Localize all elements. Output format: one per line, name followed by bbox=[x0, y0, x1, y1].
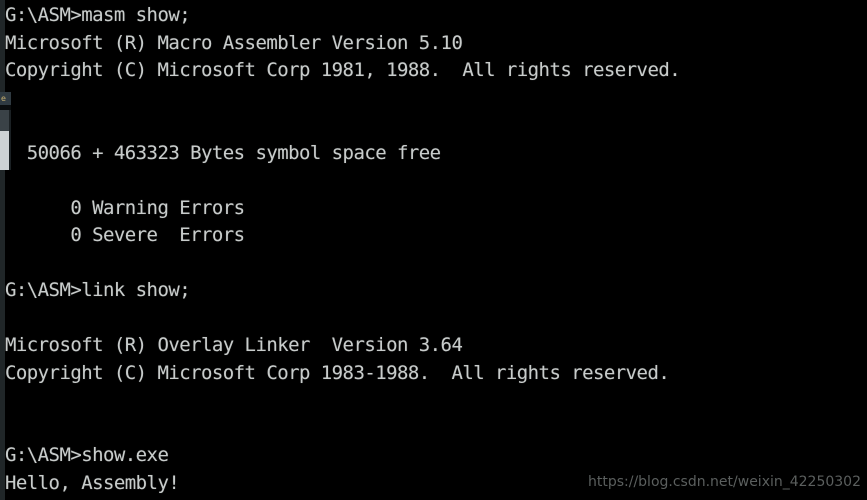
console-line-run-command: G:\ASM>show.exe bbox=[5, 444, 169, 466]
terminal-window[interactable]: e G:\ASM>masm show; Microsoft (R) Macro A… bbox=[0, 0, 867, 500]
console-line-blank-5 bbox=[0, 305, 867, 333]
console-line-severe-errors: 0 Severe Errors bbox=[5, 224, 245, 246]
watermark-url: https://blog.csdn.net/weixin_42250302 bbox=[587, 474, 861, 490]
console-line-symbol-space: 50066 + 463323 Bytes symbol space free bbox=[5, 141, 441, 164]
console-line-assembler-banner: Microsoft (R) Macro Assembler Version 5.… bbox=[5, 31, 463, 54]
console-line-blank-3 bbox=[0, 167, 867, 195]
console-line-blank-2 bbox=[0, 112, 867, 140]
console-line-masm-command: G:\ASM>masm show; bbox=[5, 4, 191, 26]
console-output[interactable]: G:\ASM>masm show; Microsoft (R) Macro Ass… bbox=[0, 0, 867, 500]
console-line-linker-banner: Microsoft (R) Overlay Linker Version 3.6… bbox=[5, 334, 463, 356]
console-line-assembler-copyright: Copyright (C) Microsoft Corp 1981, 1988.… bbox=[5, 59, 681, 81]
console-line-blank-7 bbox=[0, 415, 867, 443]
console-line-blank-6 bbox=[0, 387, 867, 415]
console-line-warning-errors: 0 Warning Errors bbox=[5, 196, 245, 219]
console-line-linker-copyright: Copyright (C) Microsoft Corp 1983-1988. … bbox=[5, 361, 670, 384]
console-line-blank-1 bbox=[0, 85, 867, 113]
console-line-link-command: G:\ASM>link show; bbox=[5, 279, 191, 301]
console-line-blank-4 bbox=[0, 250, 867, 278]
